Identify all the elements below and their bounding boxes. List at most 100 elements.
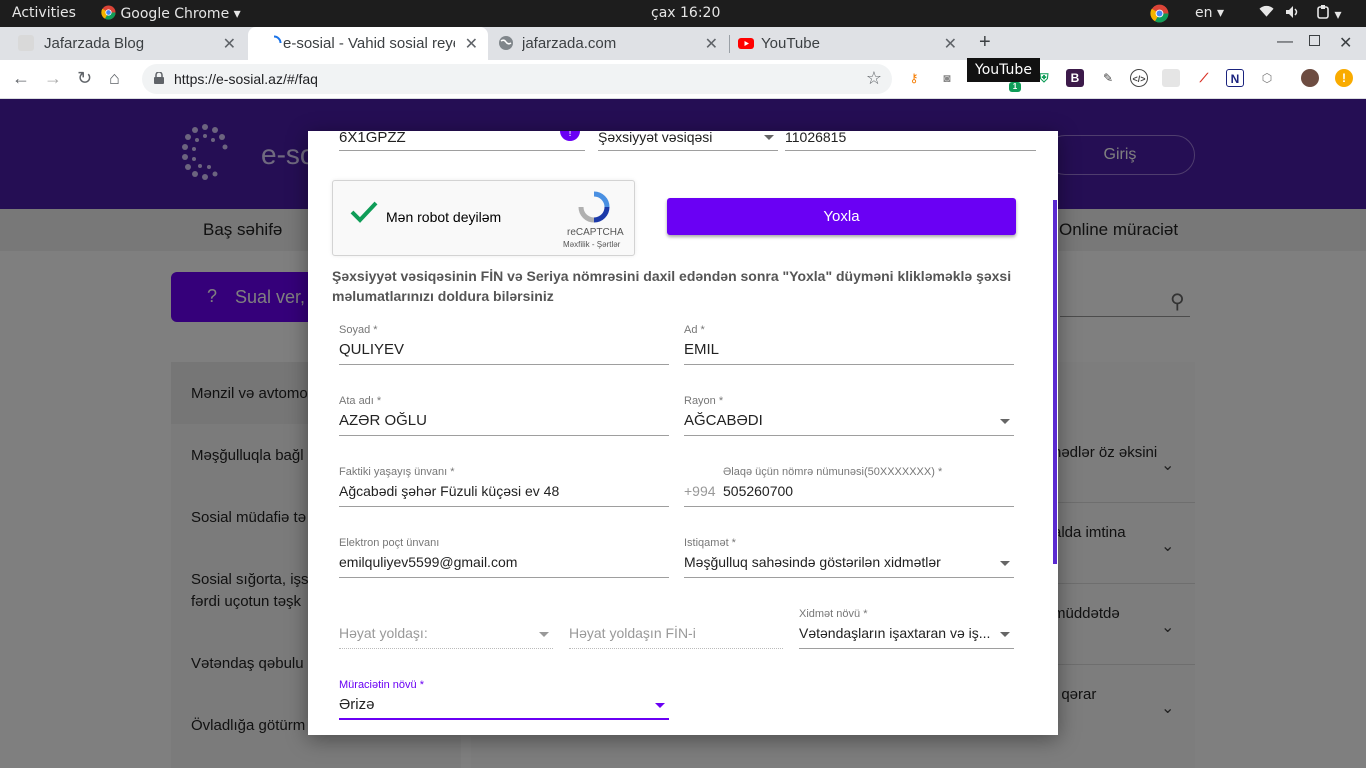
close-icon[interactable]: ✕	[465, 34, 478, 54]
spouse-fin-underline	[569, 648, 783, 649]
forward-button[interactable]: →	[44, 68, 62, 89]
tab-strip: Jafarzada Blog ✕ e-sosial - Vahid sosial…	[0, 27, 1366, 60]
language-indicator[interactable]: en ▾	[1195, 5, 1224, 21]
spouse-fin-field[interactable]: Həyat yoldaşın FİN-i	[569, 617, 783, 649]
email-underline	[339, 577, 669, 578]
loading-icon	[266, 35, 282, 51]
close-icon[interactable]: ✕	[223, 34, 236, 54]
service-type-value: Vətəndaşların işaxtaran və iş...	[799, 625, 991, 641]
spouse-underline	[339, 648, 553, 649]
district-value: AĞCABƏDI	[684, 412, 763, 429]
spouse-select[interactable]: Həyat yoldaşı:	[339, 617, 553, 649]
direction-value: Məşğulluq sahəsində göstərilən xidmətlər	[684, 554, 941, 570]
surname-label: Soyad *	[339, 324, 378, 336]
direction-label: Istiqamət *	[684, 537, 736, 549]
chevron-down-icon: ▾	[233, 6, 241, 22]
back-button[interactable]: ←	[12, 68, 30, 89]
globe-icon	[498, 35, 514, 51]
service-type-select[interactable]: Xidmət növü * Vətəndaşların işaxtaran və…	[799, 608, 1014, 649]
info-text: Şəxsiyyət vəsiqəsinin FİN və Seriya nömr…	[332, 268, 1012, 304]
request-type-value: Ərizə	[339, 696, 375, 713]
recaptcha-links[interactable]: Məxfilik - Şərtlər	[563, 240, 620, 249]
checkmark-icon[interactable]	[349, 199, 379, 230]
clock[interactable]: çax 16:20	[651, 5, 720, 21]
fin-field[interactable]: 6X1GPZZ !	[339, 131, 585, 151]
direction-select[interactable]: Istiqamət * Məşğulluq sahəsində göstəril…	[684, 537, 1014, 578]
request-type-underline	[339, 718, 669, 720]
tab-title: YouTube	[761, 35, 820, 52]
camera-extension-icon[interactable]: ◙	[938, 69, 956, 87]
address-bar[interactable]: https://e-sosial.az/#/faq ☆	[142, 64, 892, 94]
email-field[interactable]: Elektron poçt ünvanı emilquliyev5599@gma…	[339, 537, 669, 578]
dropdown-arrow-icon	[1000, 561, 1010, 566]
tab-title: jafarzada.com	[522, 35, 617, 52]
document-number-value: 11026815	[785, 131, 847, 145]
district-select[interactable]: Rayon * AĞCABƏDI	[684, 395, 1014, 436]
lock-icon	[154, 72, 164, 84]
bookmark-star-icon[interactable]: ☆	[866, 68, 882, 89]
info-icon[interactable]: !	[560, 131, 580, 141]
grid-extension-icon[interactable]	[1162, 69, 1180, 87]
surname-value: QULIYEV	[339, 341, 405, 358]
tab-youtube[interactable]: YouTube ✕	[729, 27, 967, 60]
dropdown-arrow-icon	[1000, 632, 1010, 637]
app-menu[interactable]: Google Chrome ▾	[101, 5, 241, 22]
document-number-field[interactable]: 11026815	[785, 131, 1036, 151]
power-icon[interactable]: ▾	[1316, 5, 1341, 23]
close-icon[interactable]: ✕	[944, 34, 957, 54]
minimize-button[interactable]: —	[1277, 33, 1293, 51]
activities-button[interactable]: Activities	[12, 5, 76, 21]
document-type-select[interactable]: Şəxsiyyət vəsiqəsi	[598, 131, 778, 151]
name-field[interactable]: Ad * EMIL	[684, 324, 1014, 365]
wifi-icon[interactable]	[1259, 5, 1274, 22]
app-name: Google Chrome	[120, 6, 230, 22]
request-type-select[interactable]: Müraciətin növü * Ərizə	[339, 679, 669, 720]
system-top-bar: Activities Google Chrome ▾ çax 16:20 en …	[0, 0, 1366, 27]
tab-title: Jafarzada Blog	[44, 35, 145, 52]
direction-underline	[684, 577, 1014, 578]
tooltip: YouTube	[967, 58, 1040, 82]
check-button[interactable]: Yoxla	[667, 198, 1016, 235]
volume-icon[interactable]	[1285, 5, 1301, 23]
recaptcha-widget: Mən robot deyiləm reCAPTCHA Məxfilik - Ş…	[332, 180, 635, 256]
close-window-button[interactable]: ✕	[1339, 33, 1352, 53]
new-tab-button[interactable]: +	[979, 31, 991, 54]
dropdown-arrow-icon	[764, 135, 774, 140]
father-name-field[interactable]: Ata adı * AZƏR OĞLU	[339, 395, 669, 436]
tab-e-sosial[interactable]: e-sosial - Vahid sosial reye ✕	[248, 27, 488, 60]
tab-jafarzada-blog[interactable]: Jafarzada Blog ✕	[0, 27, 246, 60]
n-extension-icon[interactable]: N	[1226, 69, 1244, 87]
tab-title: e-sosial - Vahid sosial reye	[283, 35, 455, 52]
phone-field[interactable]: Əlaqə üçün nömrə nümunəsi(50XXXXXXX) * +…	[684, 466, 1014, 507]
phone-prefix: +994	[684, 483, 716, 499]
code-extension-icon[interactable]: </>	[1130, 69, 1148, 87]
surname-underline	[339, 364, 669, 365]
modal-scrollbar[interactable]	[1053, 200, 1057, 564]
home-button[interactable]: ⌂	[109, 68, 120, 89]
pen-extension-icon[interactable]: ⟋	[1195, 69, 1213, 87]
maximize-button[interactable]	[1309, 35, 1320, 46]
fin-value: 6X1GPZZ	[339, 131, 406, 146]
district-underline	[684, 435, 1014, 436]
application-modal: 6X1GPZZ ! Şəxsiyyət vəsiqəsi 11026815 Mə…	[308, 131, 1058, 735]
badge-extension-icon[interactable]: 1	[1009, 82, 1021, 92]
chrome-indicator-icon[interactable]	[1150, 4, 1169, 27]
father-name-value: AZƏR OĞLU	[339, 412, 427, 429]
address-field[interactable]: Faktiki yaşayış ünvanı * Ağcabədi şəhər …	[339, 466, 669, 507]
recaptcha-brand: reCAPTCHA	[567, 227, 624, 238]
update-alert-icon[interactable]: !	[1335, 69, 1353, 87]
url-text: https://e-sosial.az/#/faq	[174, 71, 318, 87]
b-extension-icon[interactable]: B	[1066, 69, 1084, 87]
dropdown-arrow-icon	[1000, 419, 1010, 424]
email-value: emilquliyev5599@gmail.com	[339, 554, 518, 570]
reload-button[interactable]: ↻	[77, 68, 92, 89]
avatar[interactable]	[1301, 69, 1319, 87]
cube-extension-icon[interactable]: ⬡	[1258, 69, 1276, 87]
chrome-icon	[101, 5, 116, 20]
name-underline	[684, 364, 1014, 365]
key-extension-icon[interactable]: ⚷	[905, 69, 923, 87]
surname-field[interactable]: Soyad * QULIYEV	[339, 324, 669, 365]
tools-extension-icon[interactable]: ✎	[1099, 69, 1117, 87]
tab-jafarzada-com[interactable]: jafarzada.com ✕	[488, 27, 728, 60]
close-icon[interactable]: ✕	[705, 34, 718, 54]
